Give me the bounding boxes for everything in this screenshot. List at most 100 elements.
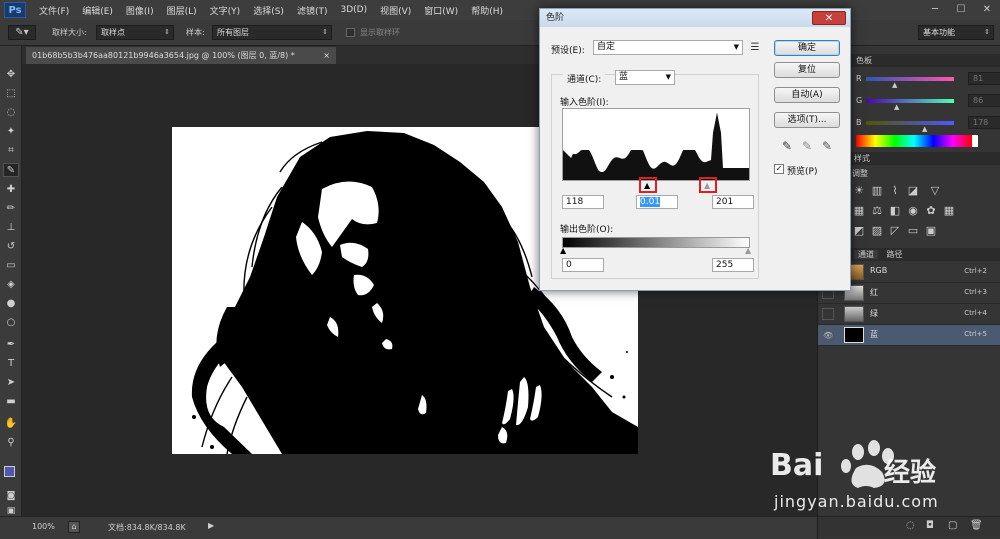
status-menu-arrow-icon[interactable]: ▶ [208,521,214,530]
rectangle-tool-icon[interactable]: ▬ [3,395,19,409]
export-icon[interactable]: ⌂ [68,521,80,533]
input-gray-field[interactable]: 0.01 [636,195,678,209]
lasso-tool-icon[interactable]: ◌ [3,106,19,120]
black-white-icon[interactable]: ◧ [888,204,902,218]
posterize-icon[interactable]: ▨ [870,224,884,238]
type-tool-icon[interactable]: T [3,357,19,371]
input-slider[interactable]: ▲ ▲ [562,177,750,193]
reset-button[interactable]: 复位 [774,62,840,78]
tab-swatches[interactable]: 色板 [856,56,872,65]
clone-stamp-tool-icon[interactable]: ⊥ [3,221,19,235]
slider-g-value[interactable]: 86 [968,94,1000,107]
black-eyedropper-icon[interactable]: ✎ [780,139,794,153]
hand-tool-icon[interactable]: ✋ [3,417,19,431]
slider-b-value[interactable]: 178 [968,116,1000,129]
hue-saturation-icon[interactable]: ▦ [852,204,866,218]
minimize-button[interactable]: ─ [922,0,948,20]
curves-icon[interactable]: ⌇ [888,184,902,198]
preset-options-icon[interactable]: ☰ [748,41,762,55]
menu-filter[interactable]: 滤镜(T) [297,4,328,17]
spectrum-white[interactable] [972,135,978,147]
invert-icon[interactable]: ◩ [852,224,866,238]
trash-icon[interactable]: 🗑 [970,520,983,531]
healing-brush-tool-icon[interactable]: ✚ [3,183,19,197]
color-balance-icon[interactable]: ⚖ [870,204,884,218]
eyedropper-tool-icon[interactable]: ✎ [3,163,19,177]
input-white-field[interactable]: 201 [712,195,754,209]
document-tab[interactable]: 01b68b5b3b476aa80121b9946a3654.jpg @ 100… [26,47,336,64]
output-black-field[interactable]: 0 [562,258,604,272]
channel-select[interactable]: 蓝 ▼ [615,70,675,85]
path-select-tool-icon[interactable]: ➤ [3,376,19,390]
move-tool-icon[interactable]: ✥ [3,68,19,82]
zoom-tool-icon[interactable]: ⚲ [3,436,19,450]
gradient-map-icon[interactable]: ▭ [906,224,920,238]
levels-icon[interactable]: ▥ [870,184,884,198]
foreground-color-swatch[interactable] [4,466,15,477]
threshold-icon[interactable]: ◸ [888,224,902,238]
slider-r-track[interactable] [866,77,954,81]
auto-button[interactable]: 自动(A) [774,87,840,103]
selective-color-icon[interactable]: ▣ [924,224,938,238]
load-selection-icon[interactable]: ◌ [906,520,915,531]
photo-filter-icon[interactable]: ◉ [906,204,920,218]
menu-view[interactable]: 视图(V) [380,4,411,17]
white-point-slider-icon[interactable]: ▲ [704,181,710,190]
menu-help[interactable]: 帮助(H) [471,4,503,17]
maximize-button[interactable]: ☐ [948,0,974,20]
preset-select[interactable]: 自定 ▼ [593,40,743,55]
close-tab-icon[interactable]: × [323,47,330,64]
preview-checkbox[interactable]: ✓ [774,164,784,174]
document-info[interactable]: 文档:834.8K/834.8K [108,522,186,533]
menu-image[interactable]: 图像(I) [126,4,154,17]
brightness-icon[interactable]: ☀ [852,184,866,198]
channel-mixer-icon[interactable]: ✿ [924,204,938,218]
tab-styles[interactable]: 样式 [854,154,870,163]
workspace-select[interactable]: 基本功能 ⇕ [918,25,994,40]
new-channel-icon[interactable]: ▢ [948,520,957,531]
slider-r-value[interactable]: 81 [968,72,1000,85]
close-window-button[interactable]: ✕ [974,0,1000,20]
output-white-slider-icon[interactable]: ▲ [745,246,751,255]
history-brush-tool-icon[interactable]: ↺ [3,240,19,254]
visibility-toggle[interactable] [822,308,834,320]
slider-b-track[interactable] [866,121,954,125]
zoom-level[interactable]: 100% [32,522,55,531]
spectrum-bar[interactable] [856,135,972,147]
eraser-tool-icon[interactable]: ▭ [3,259,19,273]
show-ring-checkbox[interactable] [346,28,355,37]
gray-eyedropper-icon[interactable]: ✎ [800,139,814,153]
dodge-tool-icon[interactable]: ○ [3,316,19,330]
input-black-field[interactable]: 118 [562,195,604,209]
exposure-icon[interactable]: ◪ [906,184,920,198]
vibrance-icon[interactable]: ▽ [928,184,942,198]
menu-3d[interactable]: 3D(D) [340,5,367,15]
menu-select[interactable]: 选择(S) [253,4,284,17]
paint-bucket-tool-icon[interactable]: ◈ [3,278,19,292]
channel-row-blue[interactable]: 👁 蓝 Ctrl+5 [818,325,1000,346]
options-button[interactable]: 选项(T)... [774,112,840,128]
tab-paths[interactable]: 路径 [887,250,903,259]
menu-file[interactable]: 文件(F) [39,4,69,17]
dialog-close-button[interactable]: ✕ [812,11,846,25]
output-white-field[interactable]: 255 [712,258,754,272]
color-lookup-icon[interactable]: ▦ [942,204,956,218]
menu-type[interactable]: 文字(Y) [210,4,241,17]
channel-row-green[interactable]: 绿 Ctrl+4 [818,304,1000,325]
menu-edit[interactable]: 编辑(E) [82,4,113,17]
pen-tool-icon[interactable]: ✒ [3,338,19,352]
eye-icon[interactable]: 👁 [822,329,834,341]
sample-size-select[interactable]: 取样点 ⇕ [96,25,174,40]
sample-select[interactable]: 所有图层 ⇕ [212,25,332,40]
save-selection-icon[interactable]: ◘ [926,520,934,531]
tab-channels[interactable]: 通道 [854,250,878,259]
white-eyedropper-icon[interactable]: ✎ [820,139,834,153]
output-black-slider-icon[interactable]: ▲ [560,246,566,255]
slider-g-track[interactable] [866,99,954,103]
quick-mask-icon[interactable]: ◙ [3,489,19,503]
ok-button[interactable]: 确定 [774,40,840,56]
quick-select-tool-icon[interactable]: ✦ [3,125,19,139]
marquee-tool-icon[interactable]: ⬚ [3,87,19,101]
slider-thumb-icon[interactable]: ▲ [922,125,927,133]
black-point-slider-icon[interactable]: ▲ [644,181,650,190]
